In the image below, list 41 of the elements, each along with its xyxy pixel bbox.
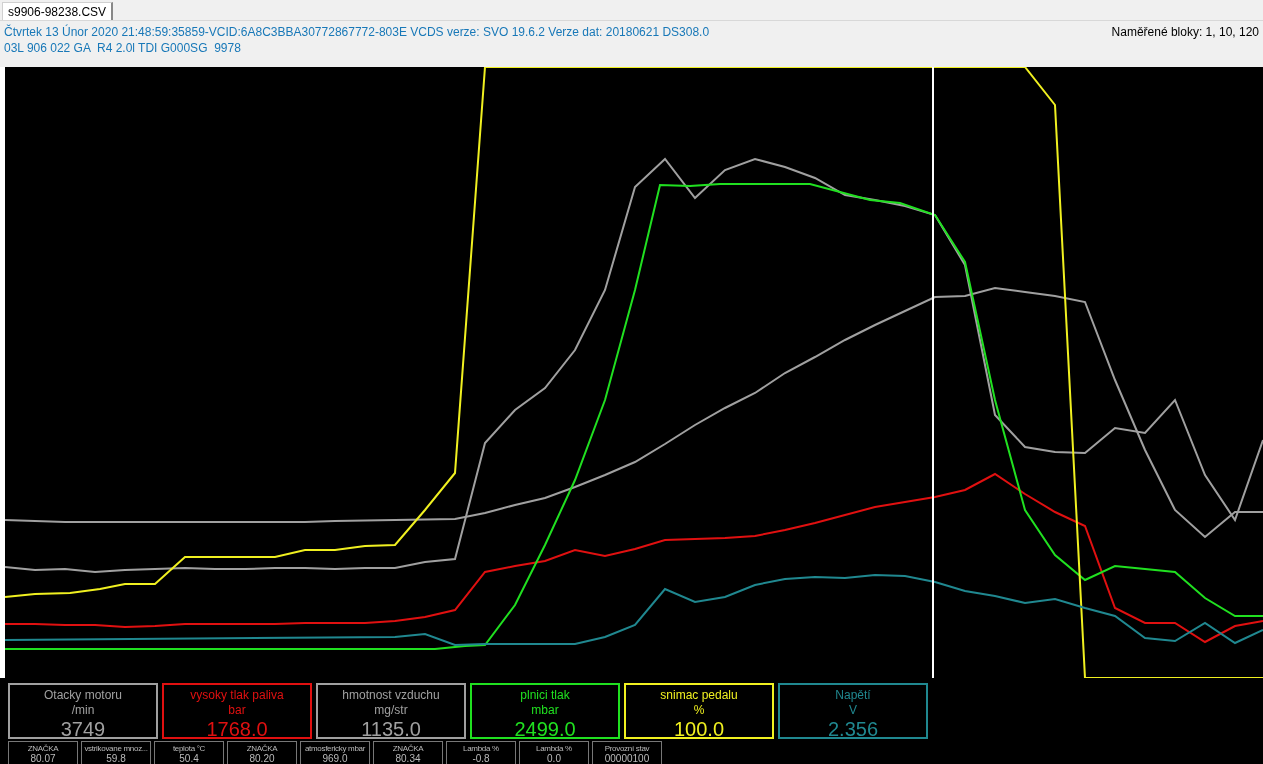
readout-label: atmosfericky mbar <box>304 744 366 754</box>
gauge-unit: mbar <box>530 703 560 718</box>
readout-value: 80.07 <box>29 754 57 764</box>
gauge-value: 100.0 <box>672 718 726 740</box>
readout-value: 969.0 <box>321 754 349 764</box>
gauge-label: Otacky motoru <box>43 688 123 703</box>
gauge-value: 2499.0 <box>513 718 577 740</box>
gauge-unit: /min <box>70 703 96 718</box>
readout-value: 59.8 <box>105 754 127 764</box>
gauge-label: Napětí <box>834 688 872 703</box>
readout-label: vstrikovane mnoz... <box>84 744 148 754</box>
readout-value: 0.0 <box>546 754 562 764</box>
readout-label: Provozní stav <box>604 744 650 754</box>
measured-blocks-label: Naměřené bloky: 1, 10, 120 <box>1111 24 1259 41</box>
file-tab[interactable]: s9906-98238.CSV <box>2 2 114 20</box>
readout-label: ZNAČKA <box>246 744 278 754</box>
gauge-unit: V <box>848 703 858 718</box>
readout-value: 80.34 <box>394 754 422 764</box>
gauge-value: 3749 <box>59 718 107 740</box>
readout-label: Lambda % <box>536 744 572 754</box>
gauge-value: 1768.0 <box>205 718 269 740</box>
readout-value: -0.8 <box>471 754 491 764</box>
gauge-unit: bar <box>227 703 247 718</box>
gauge-label: vysoky tlak paliva <box>189 688 285 703</box>
readout-label: teplota °C <box>172 744 206 754</box>
gauge-value: 1135.0 <box>360 718 422 740</box>
readout-value: 50.4 <box>178 754 200 764</box>
file-info-line: 03L 906 022 GA R4 2.0l TDI G000SG 9978 <box>4 40 242 56</box>
gauge-label: plnici tlak <box>519 688 571 703</box>
cursor-line[interactable] <box>932 67 934 678</box>
gauge-unit: % <box>692 703 706 718</box>
gauge-label: snimac pedalu <box>659 688 739 703</box>
gauge-value: 2.356 <box>826 718 880 740</box>
readout-label: Lambda % <box>463 744 499 754</box>
gauge-label: hmotnost vzduchu <box>341 688 441 703</box>
gauge-unit: mg/str <box>373 703 409 718</box>
readout-label: ZNAČKA <box>392 744 424 754</box>
file-info-line: Čtvrtek 13 Únor 2020 21:48:59:35859-VCID:6A8C3BBA30772867772-803E VCDS verze: SVO 19.6.2 Verze dat: 20180621 DS308.0 <box>4 24 710 40</box>
readout-label: ZNAČKA <box>27 744 59 754</box>
readout-value: 00000100 <box>603 754 651 764</box>
readout-value: 80.20 <box>248 754 276 764</box>
